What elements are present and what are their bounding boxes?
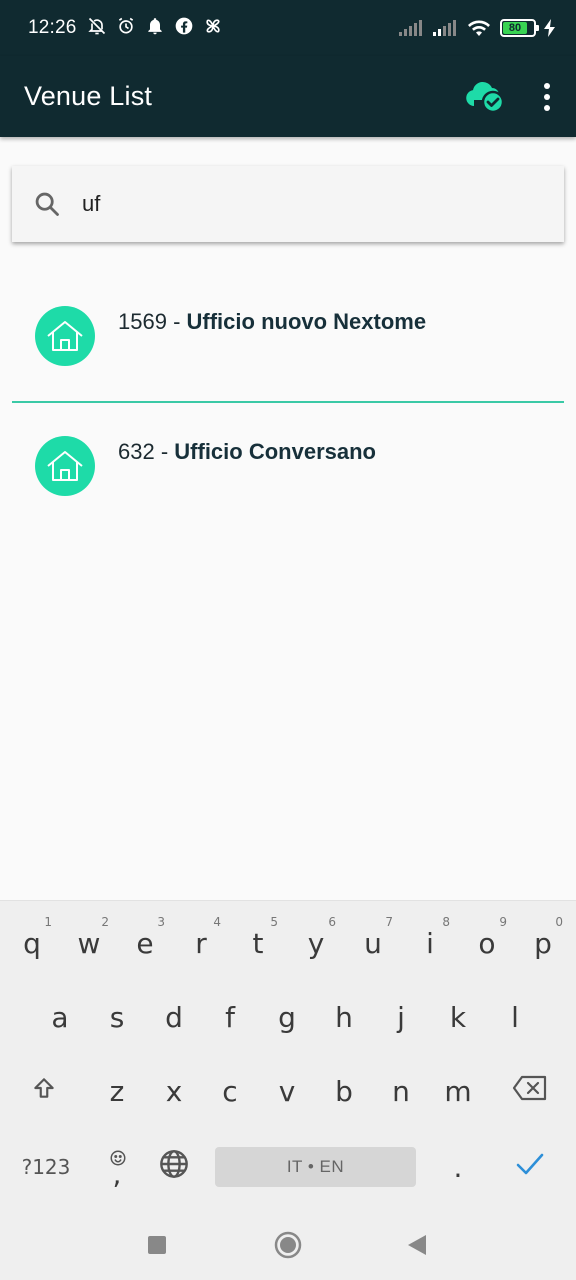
key-s[interactable]: s	[89, 987, 145, 1047]
backspace-key[interactable]	[502, 1061, 558, 1121]
back-icon[interactable]	[400, 1228, 434, 1262]
key-g[interactable]: g	[259, 987, 315, 1047]
key-t[interactable]: t5	[230, 913, 286, 973]
facebook-icon	[174, 16, 194, 41]
bell-off-icon	[87, 16, 107, 41]
key-b[interactable]: b	[316, 1061, 372, 1121]
space-key[interactable]: IT • EN	[215, 1147, 416, 1187]
key-v[interactable]: v	[259, 1061, 315, 1121]
venue-label: 1569 - Ufficio nuovo Nextome	[118, 309, 427, 334]
venue-list: 1569 - Ufficio nuovo Nextome 632 - Uffic…	[12, 272, 564, 529]
backspace-icon	[512, 1075, 548, 1108]
recent-apps-icon[interactable]	[140, 1228, 174, 1262]
check-icon	[515, 1151, 545, 1184]
battery-icon: 80	[500, 19, 539, 37]
list-item[interactable]: 632 - Ufficio Conversano	[12, 401, 564, 529]
keyboard-row-4: ?123 , IT • EN .	[0, 1137, 576, 1197]
venue-id: 1569	[118, 309, 167, 334]
key-e[interactable]: e3	[117, 913, 173, 973]
key-y[interactable]: y6	[288, 913, 344, 973]
notification-bell-icon	[145, 16, 165, 41]
system-nav-bar	[0, 1210, 576, 1280]
status-time: 12:26	[28, 17, 77, 38]
key-w[interactable]: w2	[61, 913, 117, 973]
key-z[interactable]: z	[89, 1061, 145, 1121]
keyboard-row-3: z x c v b n m	[0, 1061, 576, 1121]
key-o[interactable]: o9	[459, 913, 515, 973]
symbols-key[interactable]: ?123	[18, 1137, 74, 1197]
key-f[interactable]: f	[202, 987, 258, 1047]
shift-key[interactable]	[16, 1061, 72, 1121]
venue-id: 632	[118, 439, 155, 464]
app-bar: Venue List	[0, 56, 576, 137]
key-u[interactable]: u7	[345, 913, 401, 973]
search-bar[interactable]	[12, 166, 564, 242]
venue-label: 632 - Ufficio Conversano	[118, 439, 376, 464]
search-icon	[32, 189, 62, 219]
more-vert-icon[interactable]	[542, 82, 552, 112]
key-p[interactable]: p0	[515, 913, 571, 973]
globe-icon	[158, 1148, 190, 1187]
language-key[interactable]	[146, 1137, 202, 1197]
search-input[interactable]	[82, 191, 546, 217]
wifi-icon	[466, 18, 492, 38]
key-m[interactable]: m	[430, 1061, 486, 1121]
key-l[interactable]: l	[487, 987, 543, 1047]
key-n[interactable]: n	[373, 1061, 429, 1121]
signal-icon	[398, 19, 424, 37]
home-icon	[35, 436, 95, 496]
shift-icon	[31, 1075, 57, 1108]
status-system-icons: 80	[398, 18, 556, 38]
key-d[interactable]: d	[146, 987, 202, 1047]
keyboard-row-1: q1 w2 e3 r4 t5 y6 u7 i8 o9 p0	[0, 913, 576, 973]
key-r[interactable]: r4	[173, 913, 229, 973]
page-title: Venue List	[24, 81, 153, 111]
period-key[interactable]: .	[430, 1137, 486, 1197]
status-notification-icons	[87, 16, 223, 41]
venue-name: Ufficio Conversano	[174, 439, 376, 464]
keyboard-row-2: a s d f g h j k l	[0, 987, 576, 1047]
done-key[interactable]	[502, 1137, 558, 1197]
key-h[interactable]: h	[316, 987, 372, 1047]
key-q[interactable]: q1	[4, 913, 60, 973]
key-x[interactable]: x	[146, 1061, 202, 1121]
key-j[interactable]: j	[373, 987, 429, 1047]
list-item[interactable]: 1569 - Ufficio nuovo Nextome	[12, 272, 564, 401]
signal-icon-2	[432, 19, 458, 37]
app-bar-actions	[464, 80, 552, 114]
cloud-sync-icon[interactable]	[464, 80, 506, 114]
emoji-comma-key[interactable]: ,	[89, 1137, 145, 1197]
home-nav-icon[interactable]	[271, 1228, 305, 1262]
key-c[interactable]: c	[202, 1061, 258, 1121]
status-bar: 12:26 80	[0, 0, 576, 56]
venue-name: Ufficio nuovo Nextome	[186, 309, 427, 334]
emoji-icon	[109, 1141, 127, 1174]
pinwheel-icon	[203, 16, 223, 41]
key-i[interactable]: i8	[402, 913, 458, 973]
home-icon	[35, 306, 95, 366]
key-a[interactable]: a	[32, 987, 88, 1047]
alarm-icon	[116, 16, 136, 41]
battery-level: 80	[503, 22, 527, 34]
key-k[interactable]: k	[430, 987, 486, 1047]
charging-icon	[544, 19, 556, 37]
